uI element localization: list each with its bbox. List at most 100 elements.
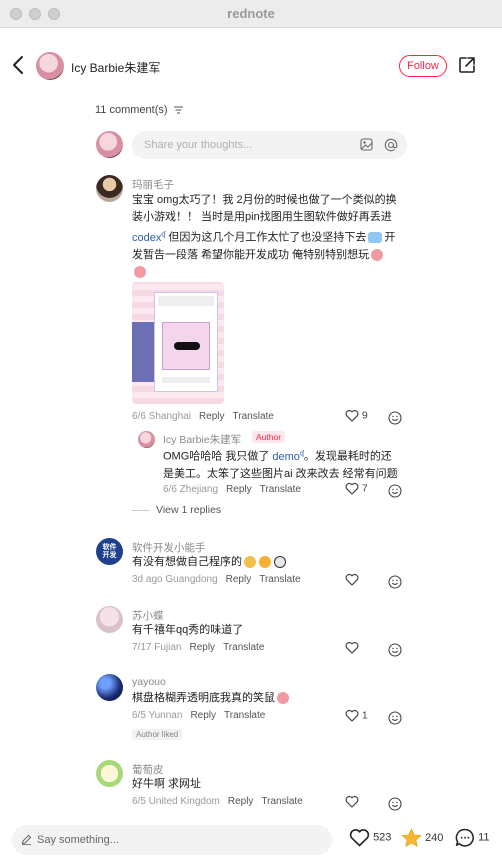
emoji-reaction-button[interactable] bbox=[388, 573, 402, 591]
commenter-avatar[interactable] bbox=[96, 175, 123, 202]
comment-bubble-icon bbox=[455, 828, 474, 847]
commenter-name[interactable]: 苏小蝶 bbox=[132, 608, 164, 623]
bottom-action-bar: Say something... 523 240 11 bbox=[0, 820, 502, 859]
panda-emoji-icon bbox=[274, 556, 286, 569]
commenter-avatar[interactable] bbox=[96, 606, 123, 633]
reply-button[interactable]: Reply bbox=[228, 796, 254, 807]
translate-button[interactable]: Translate bbox=[233, 411, 274, 422]
commenter-name[interactable]: 玛丽毛子 bbox=[132, 177, 174, 192]
like-button[interactable] bbox=[345, 573, 359, 586]
smiley-icon bbox=[388, 411, 402, 425]
translate-button[interactable]: Translate bbox=[223, 642, 264, 653]
smiley-icon bbox=[388, 643, 402, 657]
like-button[interactable]: 9 bbox=[345, 409, 368, 422]
translate-button[interactable]: Translate bbox=[261, 796, 302, 807]
comment-text: 有千禧年qq秀的味道了 bbox=[132, 624, 244, 636]
pig-emoji-icon bbox=[371, 248, 384, 261]
smiley-icon bbox=[388, 797, 402, 811]
comment-count-total: 11 bbox=[478, 831, 490, 844]
view-replies-button[interactable]: View 1 replies bbox=[132, 504, 221, 516]
codex-link[interactable]: codexʠ bbox=[132, 231, 165, 244]
translate-button[interactable]: Translate bbox=[224, 710, 265, 721]
heart-icon bbox=[345, 795, 359, 808]
emoji-reaction-button[interactable] bbox=[388, 641, 402, 659]
demo-link[interactable]: demoʠ bbox=[272, 450, 303, 463]
heart-icon bbox=[349, 829, 370, 847]
say-something-input[interactable]: Say something... bbox=[12, 825, 332, 855]
like-button[interactable] bbox=[345, 795, 359, 808]
smiley-icon bbox=[388, 484, 402, 498]
author-badge: Author bbox=[252, 431, 286, 443]
reply-button[interactable]: Reply bbox=[199, 411, 225, 422]
commenter-name[interactable]: yayouo bbox=[132, 676, 166, 688]
follow-button[interactable]: Follow bbox=[399, 55, 447, 77]
comment-input[interactable]: Share your thoughts... bbox=[132, 131, 407, 159]
commenter-name[interactable]: 葡萄皮 bbox=[132, 762, 164, 777]
heart-icon bbox=[345, 573, 359, 586]
comment-meta: 6/6 Shanghai Reply Translate bbox=[132, 411, 274, 422]
reply-button[interactable]: Reply bbox=[226, 484, 252, 495]
laptop-emoji-icon bbox=[368, 232, 383, 244]
commenter-avatar[interactable]: 软件 开发 bbox=[96, 538, 123, 565]
reply-button[interactable]: Reply bbox=[226, 574, 252, 585]
emoji-icon bbox=[259, 556, 271, 569]
translate-button[interactable]: Translate bbox=[260, 484, 301, 495]
my-avatar bbox=[96, 131, 123, 158]
commenter-name[interactable]: 软件开发小能手 bbox=[132, 540, 206, 555]
heart-icon bbox=[345, 709, 359, 722]
comment-meta: 6/5 Yunnan Reply Translate bbox=[132, 710, 266, 721]
like-button[interactable] bbox=[345, 641, 359, 654]
say-something-placeholder: Say something... bbox=[37, 834, 119, 846]
reply-author-avatar[interactable] bbox=[138, 431, 155, 448]
comment-meta: 6/5 United Kingdom Reply Translate bbox=[132, 796, 303, 807]
like-post-button[interactable]: 523 bbox=[349, 828, 391, 847]
post-header: Icy Barbie朱建军 Follow bbox=[0, 28, 502, 106]
heart-icon bbox=[345, 482, 359, 495]
share-icon[interactable] bbox=[458, 56, 476, 74]
comment-text: 有没有想做自己程序的 bbox=[132, 554, 286, 571]
collect-post-button[interactable]: 240 bbox=[401, 828, 443, 848]
comment-input-placeholder: Share your thoughts... bbox=[144, 139, 253, 151]
translate-button[interactable]: Translate bbox=[259, 574, 300, 585]
pig-emoji-icon bbox=[277, 692, 289, 705]
comment-count[interactable]: 11 comment(s) bbox=[95, 104, 183, 116]
reply-button[interactable]: Reply bbox=[190, 710, 216, 721]
commenter-avatar[interactable] bbox=[96, 760, 123, 787]
emoji-reaction-button[interactable] bbox=[388, 482, 402, 500]
comment-text: 好牛啊 求网址 bbox=[132, 778, 202, 790]
star-count: 240 bbox=[425, 831, 444, 844]
reply-text: OMG哈哈哈 我只做了 demoʠ。发现最耗时的还 是美工。太笨了这些图片ai … bbox=[163, 450, 398, 480]
pig-emoji-icon bbox=[134, 265, 146, 278]
reply-meta: 6/6 Zhejiang Reply Translate bbox=[163, 484, 301, 495]
comment-meta: 7/17 Fujian Reply Translate bbox=[132, 642, 265, 653]
image-icon[interactable] bbox=[360, 138, 373, 151]
smiley-icon bbox=[388, 711, 402, 725]
author-name[interactable]: Icy Barbie朱建军 bbox=[71, 59, 160, 76]
mention-icon[interactable] bbox=[384, 138, 398, 152]
emoji-reaction-button[interactable] bbox=[388, 709, 402, 727]
back-arrow-icon[interactable] bbox=[10, 54, 28, 76]
smiley-icon bbox=[388, 575, 402, 589]
pencil-icon bbox=[21, 834, 32, 845]
emoji-icon bbox=[244, 556, 256, 569]
like-button[interactable]: 7 bbox=[345, 482, 368, 495]
comment-text: 棋盘格糊弄透明底我真的笑鼠 bbox=[132, 690, 289, 707]
heart-icon bbox=[345, 409, 359, 422]
comment-count-label: 11 comment(s) bbox=[95, 104, 168, 116]
reply-button[interactable]: Reply bbox=[189, 642, 215, 653]
like-count: 523 bbox=[373, 831, 392, 844]
star-icon bbox=[401, 828, 422, 847]
commenter-avatar[interactable] bbox=[96, 674, 123, 701]
comment-post-button[interactable]: 11 bbox=[455, 828, 489, 847]
window-title: rednote bbox=[227, 6, 275, 21]
sort-icon[interactable] bbox=[173, 106, 183, 114]
like-button[interactable]: 1 bbox=[345, 709, 368, 722]
emoji-reaction-button[interactable] bbox=[388, 409, 402, 427]
heart-icon bbox=[345, 641, 359, 654]
comment-image[interactable] bbox=[132, 282, 224, 404]
comment-meta: 3d ago Guangdong Reply Translate bbox=[132, 574, 301, 585]
author-avatar[interactable] bbox=[36, 52, 64, 80]
author-liked-badge: Author liked bbox=[132, 729, 183, 740]
window-titlebar: rednote bbox=[0, 0, 502, 28]
emoji-reaction-button[interactable] bbox=[388, 795, 402, 813]
